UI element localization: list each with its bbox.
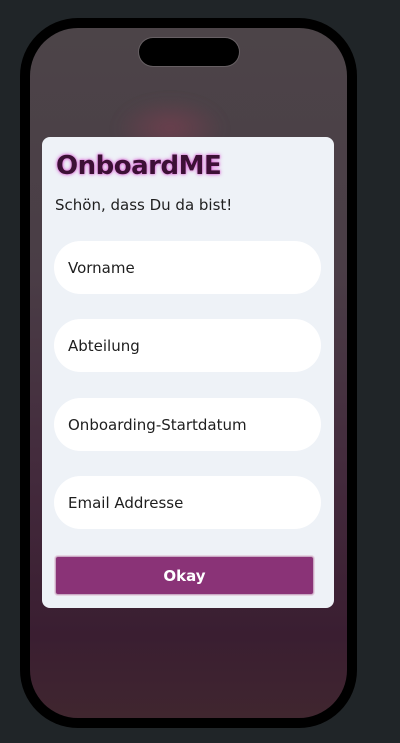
start-date-placeholder: Onboarding-Startdatum: [68, 415, 247, 434]
first-name-placeholder: Vorname: [68, 258, 135, 277]
dynamic-island: [139, 38, 239, 66]
app-brand-title: OnboardME: [56, 151, 222, 181]
okay-button[interactable]: Okay: [55, 556, 314, 595]
first-name-input[interactable]: Vorname: [54, 241, 321, 294]
onboarding-start-date-input[interactable]: Onboarding-Startdatum: [54, 398, 321, 451]
welcome-subtitle: Schön, dass Du da bist!: [55, 196, 233, 214]
department-placeholder: Abteilung: [68, 336, 140, 355]
email-placeholder: Email Addresse: [68, 493, 184, 512]
onboarding-modal: OnboardME Schön, dass Du da bist! Vornam…: [42, 137, 334, 608]
department-input[interactable]: Abteilung: [54, 319, 321, 372]
email-input[interactable]: Email Addresse: [54, 476, 321, 529]
